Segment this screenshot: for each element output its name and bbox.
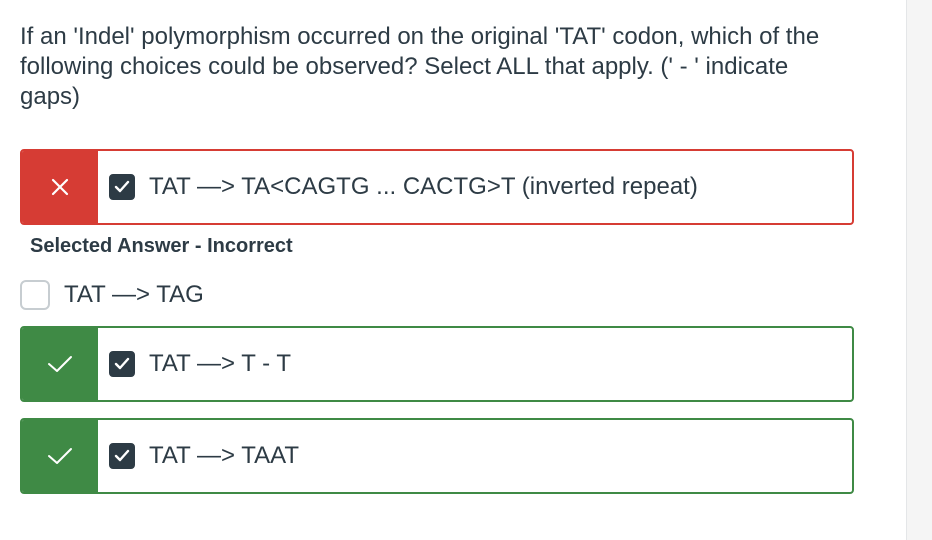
- incorrect-status-cell: [22, 151, 98, 223]
- right-sidebar-rail: [906, 0, 932, 540]
- answer-option-unselected: TAT —> TAG: [20, 280, 204, 310]
- answer-option-correct: TAT —> T - T: [20, 326, 854, 402]
- answer-label: TAT —> TAG: [64, 281, 204, 308]
- answer-label: TAT —> TAAT: [149, 442, 300, 469]
- answer-label: TAT —> TA<CAGTG ... CACTG>T (inverted re…: [149, 173, 698, 200]
- correct-status-cell: [22, 328, 98, 400]
- question-text: If an 'Indel' polymorphism occurred on t…: [20, 23, 820, 110]
- answer-checkbox-checked[interactable]: [109, 351, 135, 377]
- checkmark-icon: [114, 180, 130, 193]
- x-icon: [51, 178, 69, 196]
- checkmark-icon: [114, 357, 130, 370]
- check-icon: [48, 356, 72, 372]
- selected-answer-feedback: Selected Answer - Incorrect: [30, 235, 293, 257]
- check-icon: [48, 448, 72, 464]
- checkmark-icon: [114, 449, 130, 462]
- answer-option-incorrect: TAT —> TA<CAGTG ... CACTG>T (inverted re…: [20, 149, 854, 225]
- answer-checkbox-checked[interactable]: [109, 443, 135, 469]
- correct-status-cell: [22, 420, 98, 492]
- answer-label: TAT —> T - T: [149, 350, 292, 377]
- answer-checkbox-checked[interactable]: [109, 174, 135, 200]
- answer-option-correct: TAT —> TAAT: [20, 418, 854, 494]
- answer-checkbox-empty[interactable]: [20, 280, 50, 310]
- quiz-results-page: If an 'Indel' polymorphism occurred on t…: [0, 0, 932, 540]
